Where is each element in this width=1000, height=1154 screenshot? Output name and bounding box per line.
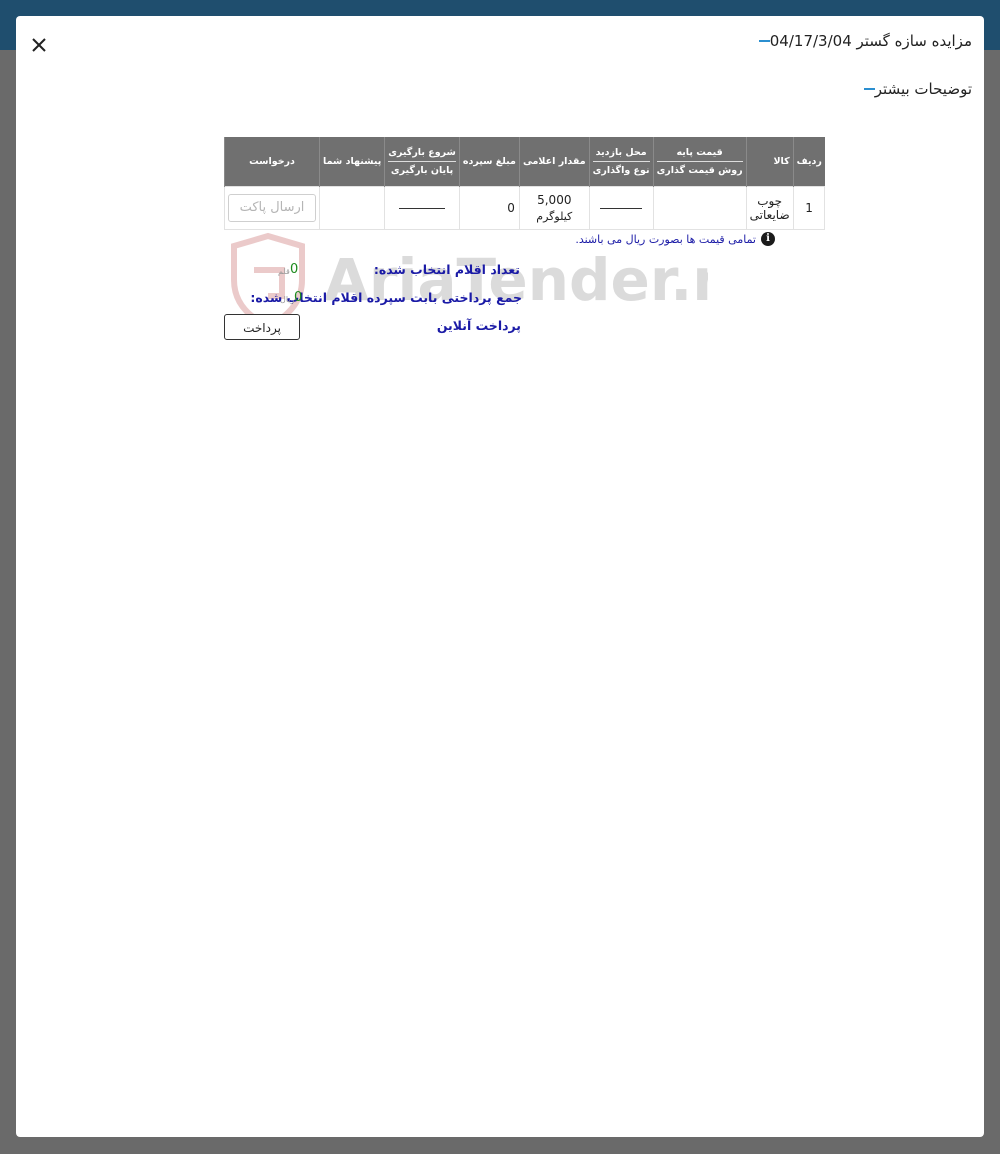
- more-description-text: توضیحات بیشتر: [874, 80, 972, 98]
- more-dash: [863, 88, 875, 90]
- deposit-total-value: 0: [294, 290, 303, 305]
- header-loading-end: پایان بارگیری: [390, 165, 454, 176]
- cell-deposit: 0: [458, 186, 520, 230]
- header-announced-qty: مقدار اعلامی: [518, 137, 590, 187]
- selected-count-unit: قلم: [278, 267, 290, 276]
- header-base-price: قیمت پایه روش قیمت گذاری: [652, 137, 747, 187]
- table-header-row: ردیف کالا قیمت پایه روش قیمت گذاری محل ب…: [224, 137, 825, 187]
- auction-title-text: مزایده سازه گستر 04/17/3/04: [769, 32, 972, 50]
- header-pricing-method: روش قیمت گذاری: [656, 165, 743, 176]
- close-icon[interactable]: [28, 34, 50, 56]
- header-item: کالا: [745, 137, 794, 187]
- selected-count-value: 0: [290, 262, 299, 277]
- cell-base-price: [652, 186, 747, 230]
- info-icon: i: [761, 232, 775, 246]
- cell-your-offer: [318, 186, 386, 230]
- cell-item-name: چوب ضایعاتی: [745, 186, 794, 230]
- deposit-total-line: جمع پرداختی بابت سپرده اقلام انتخاب شده:…: [224, 290, 522, 310]
- cell-visit-place: [588, 186, 654, 230]
- more-description-toggle[interactable]: توضیحات بیشتر: [856, 80, 972, 98]
- header-deposit-amount: مبلغ سپرده: [458, 137, 520, 187]
- header-loading-start: شروع بارگیری: [388, 147, 456, 162]
- header-visit-place-label: محل بازدید: [592, 147, 650, 162]
- header-row-number: ردیف: [792, 137, 825, 187]
- auction-title: مزایده سازه گستر 04/17/3/04: [751, 32, 972, 50]
- price-note-text: تمامی قیمت ها بصورت ریال می باشند.: [575, 232, 756, 246]
- price-note: i تمامی قیمت ها بصورت ریال می باشند.: [575, 232, 775, 246]
- header-request: درخواست: [224, 137, 320, 187]
- cell-announced-qty: 5,000 کیلوگرم: [518, 186, 590, 230]
- items-table: ردیف کالا قیمت پایه روش قیمت گذاری محل ب…: [224, 137, 826, 230]
- cell-request: ارسال پاکت: [224, 186, 320, 230]
- header-assignment-type: نوع واگذاری: [592, 165, 650, 176]
- selected-count-line: تعداد اقلام انتخاب شده: 0 قلم: [224, 262, 520, 282]
- deposit-total-unit: ریال: [280, 295, 295, 304]
- qty-value: 5,000: [537, 193, 572, 207]
- title-dash: [758, 40, 770, 42]
- header-loading: شروع بارگیری پایان بارگیری: [384, 137, 460, 187]
- cell-loading: [384, 186, 460, 230]
- online-payment-label: پرداخت آنلاین: [436, 318, 521, 333]
- header-visit-place: محل بازدید نوع واگذاری: [588, 137, 654, 187]
- qty-unit: کیلوگرم: [536, 210, 573, 223]
- header-your-offer: پیشنهاد شما: [318, 137, 385, 187]
- cell-row-number: 1: [792, 186, 826, 230]
- table-row: 1 چوب ضایعاتی 5,000 کیلوگرم 0 ارسال پاکت: [224, 186, 826, 230]
- selected-count-label: تعداد اقلام انتخاب شده:: [373, 262, 520, 277]
- header-base-price-label: قیمت پایه: [656, 147, 743, 162]
- send-envelope-button[interactable]: ارسال پاکت: [228, 194, 316, 222]
- empty-dash: [399, 208, 446, 209]
- pay-button[interactable]: پرداخت: [224, 314, 300, 340]
- empty-dash: [600, 208, 643, 209]
- auction-modal: مزایده سازه گستر 04/17/3/04 توضیحات بیشت…: [16, 16, 984, 1137]
